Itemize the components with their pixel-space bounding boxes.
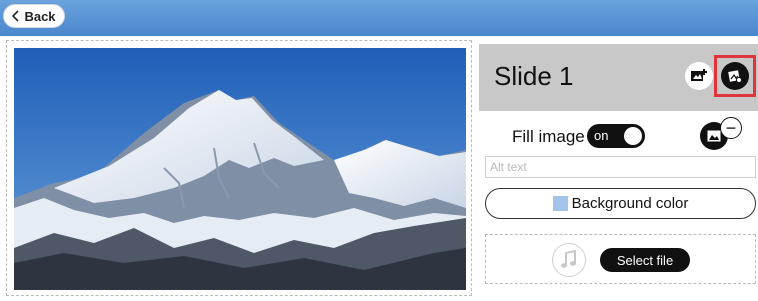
slide-title: Slide 1 <box>494 61 574 91</box>
image-icon <box>707 130 721 142</box>
select-file-button[interactable]: Select file <box>600 248 690 272</box>
slide-canvas <box>6 40 472 296</box>
fill-image-label: Fill image <box>512 127 585 146</box>
slide-settings-panel: Slide 1 Fill image on − Alt text Backgro… <box>479 44 758 301</box>
add-image-icon <box>691 69 707 81</box>
toggle-state-label: on <box>594 128 609 143</box>
music-note-icon <box>561 250 576 268</box>
toggle-knob <box>624 127 642 145</box>
minus-icon: − <box>725 118 737 138</box>
background-color-label: Background color <box>571 195 689 212</box>
back-label: Back <box>24 8 56 24</box>
background-color-button[interactable]: Background color <box>485 188 756 219</box>
background-color-swatch <box>552 196 568 211</box>
top-bar: Back <box>0 0 758 36</box>
fill-image-toggle[interactable]: on <box>587 124 645 148</box>
chevron-left-icon <box>12 10 20 22</box>
alt-text-input[interactable] <box>485 156 756 178</box>
music-button[interactable] <box>552 243 586 277</box>
back-button[interactable]: Back <box>3 4 65 28</box>
slide-photo[interactable] <box>14 48 466 290</box>
remove-image-button[interactable]: − <box>720 117 742 139</box>
add-image-button[interactable] <box>685 62 713 90</box>
audio-drop-zone: Select file <box>485 234 756 284</box>
panel-header: Slide 1 <box>479 44 758 111</box>
mountain-photo <box>14 48 466 290</box>
highlight-box <box>714 55 756 97</box>
